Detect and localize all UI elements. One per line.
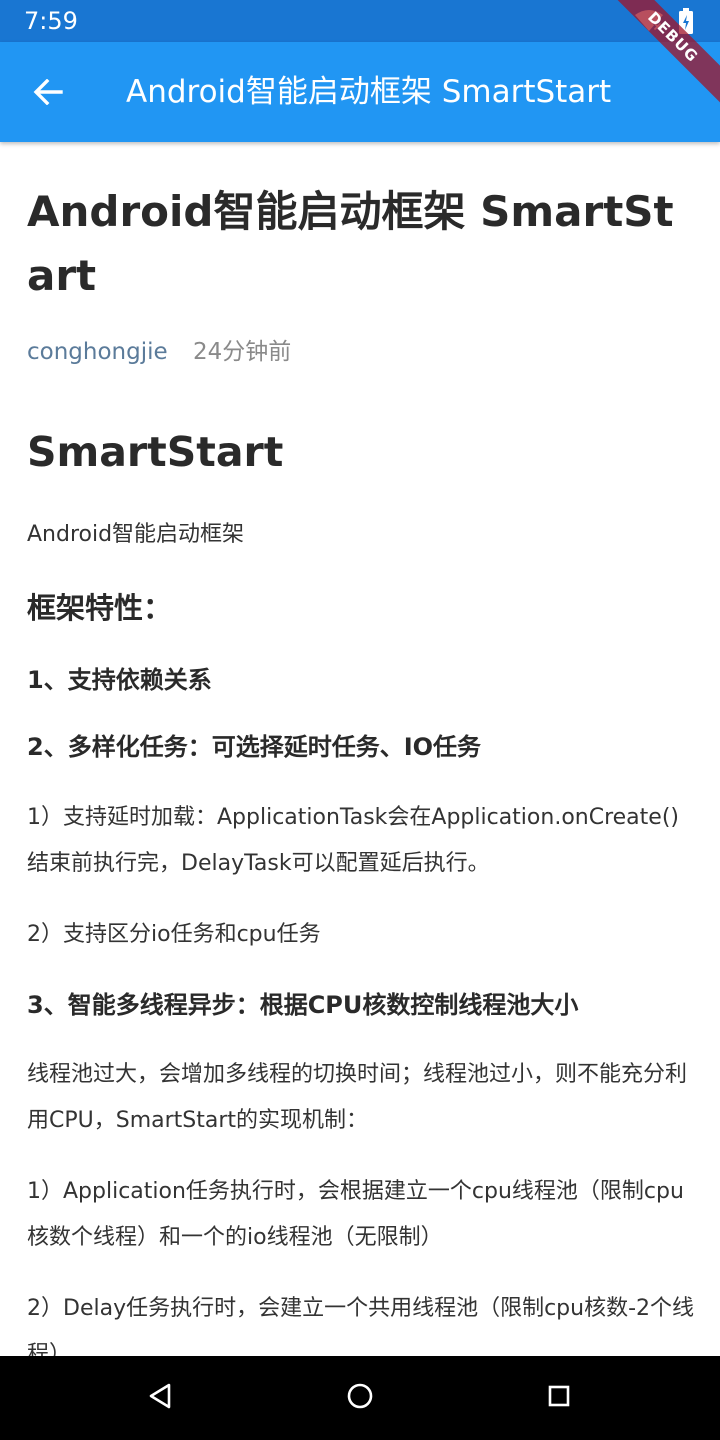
battery-icon [678, 8, 694, 38]
app-bar: Android智能启动框架 SmartStart [0, 42, 720, 142]
feature-3-paragraph-1: 1）Application任务执行时，会根据建立一个cpu线程池（限制cpu核数… [27, 1179, 684, 1250]
feature-2-heading: 2、多样化任务：可选择延时任务、IO任务 [27, 733, 482, 761]
arrow-back-icon [33, 78, 63, 109]
recents-square-icon [547, 1384, 571, 1412]
status-bar: 7:59 [0, 0, 720, 42]
app-bar-title: Android智能启动框架 SmartStart [126, 74, 612, 110]
article-title: Android智能启动框架 SmartStart [27, 187, 674, 300]
feature-3-paragraph-2: 2）Delay任务执行时，会建立一个共用线程池（限制cpu核数-2个线程） [27, 1296, 695, 1356]
section-heading: SmartStart [27, 428, 284, 476]
article-content[interactable]: Android智能启动框架 SmartStart conghongjie 24分… [0, 142, 720, 1356]
features-heading: 框架特性： [27, 591, 173, 625]
wifi-icon [634, 9, 664, 37]
home-circle-icon [346, 1382, 374, 1414]
feature-2-paragraph-1: 1）支持延时加载：ApplicationTask会在Application.on… [27, 805, 679, 876]
back-button[interactable] [20, 66, 76, 122]
nav-back-button[interactable] [138, 1376, 182, 1420]
system-nav-bar [0, 1356, 720, 1440]
feature-1-heading: 1、支持依赖关系 [27, 666, 212, 694]
status-icons [634, 8, 694, 38]
back-triangle-icon [147, 1382, 173, 1414]
intro-paragraph: Android智能启动框架 [27, 522, 245, 547]
article-meta: conghongjie 24分钟前 [27, 336, 291, 368]
article-time: 24分钟前 [192, 339, 292, 365]
article-author[interactable]: conghongjie [27, 339, 168, 365]
feature-3-paragraph-0: 线程池过大，会增加多线程的切换时间；线程池过小，则不能充分利用CPU，Smart… [27, 1062, 688, 1133]
screen: 7:59 Android智能启动框架 SmartStart DEBUG Andr… [0, 0, 720, 1440]
nav-recents-button[interactable] [537, 1376, 581, 1420]
feature-2-paragraph-2: 2）支持区分io任务和cpu任务 [27, 922, 321, 947]
feature-3-heading: 3、智能多线程异步：根据CPU核数控制线程池大小 [27, 991, 579, 1019]
nav-home-button[interactable] [338, 1376, 382, 1420]
status-time: 7:59 [24, 7, 78, 35]
